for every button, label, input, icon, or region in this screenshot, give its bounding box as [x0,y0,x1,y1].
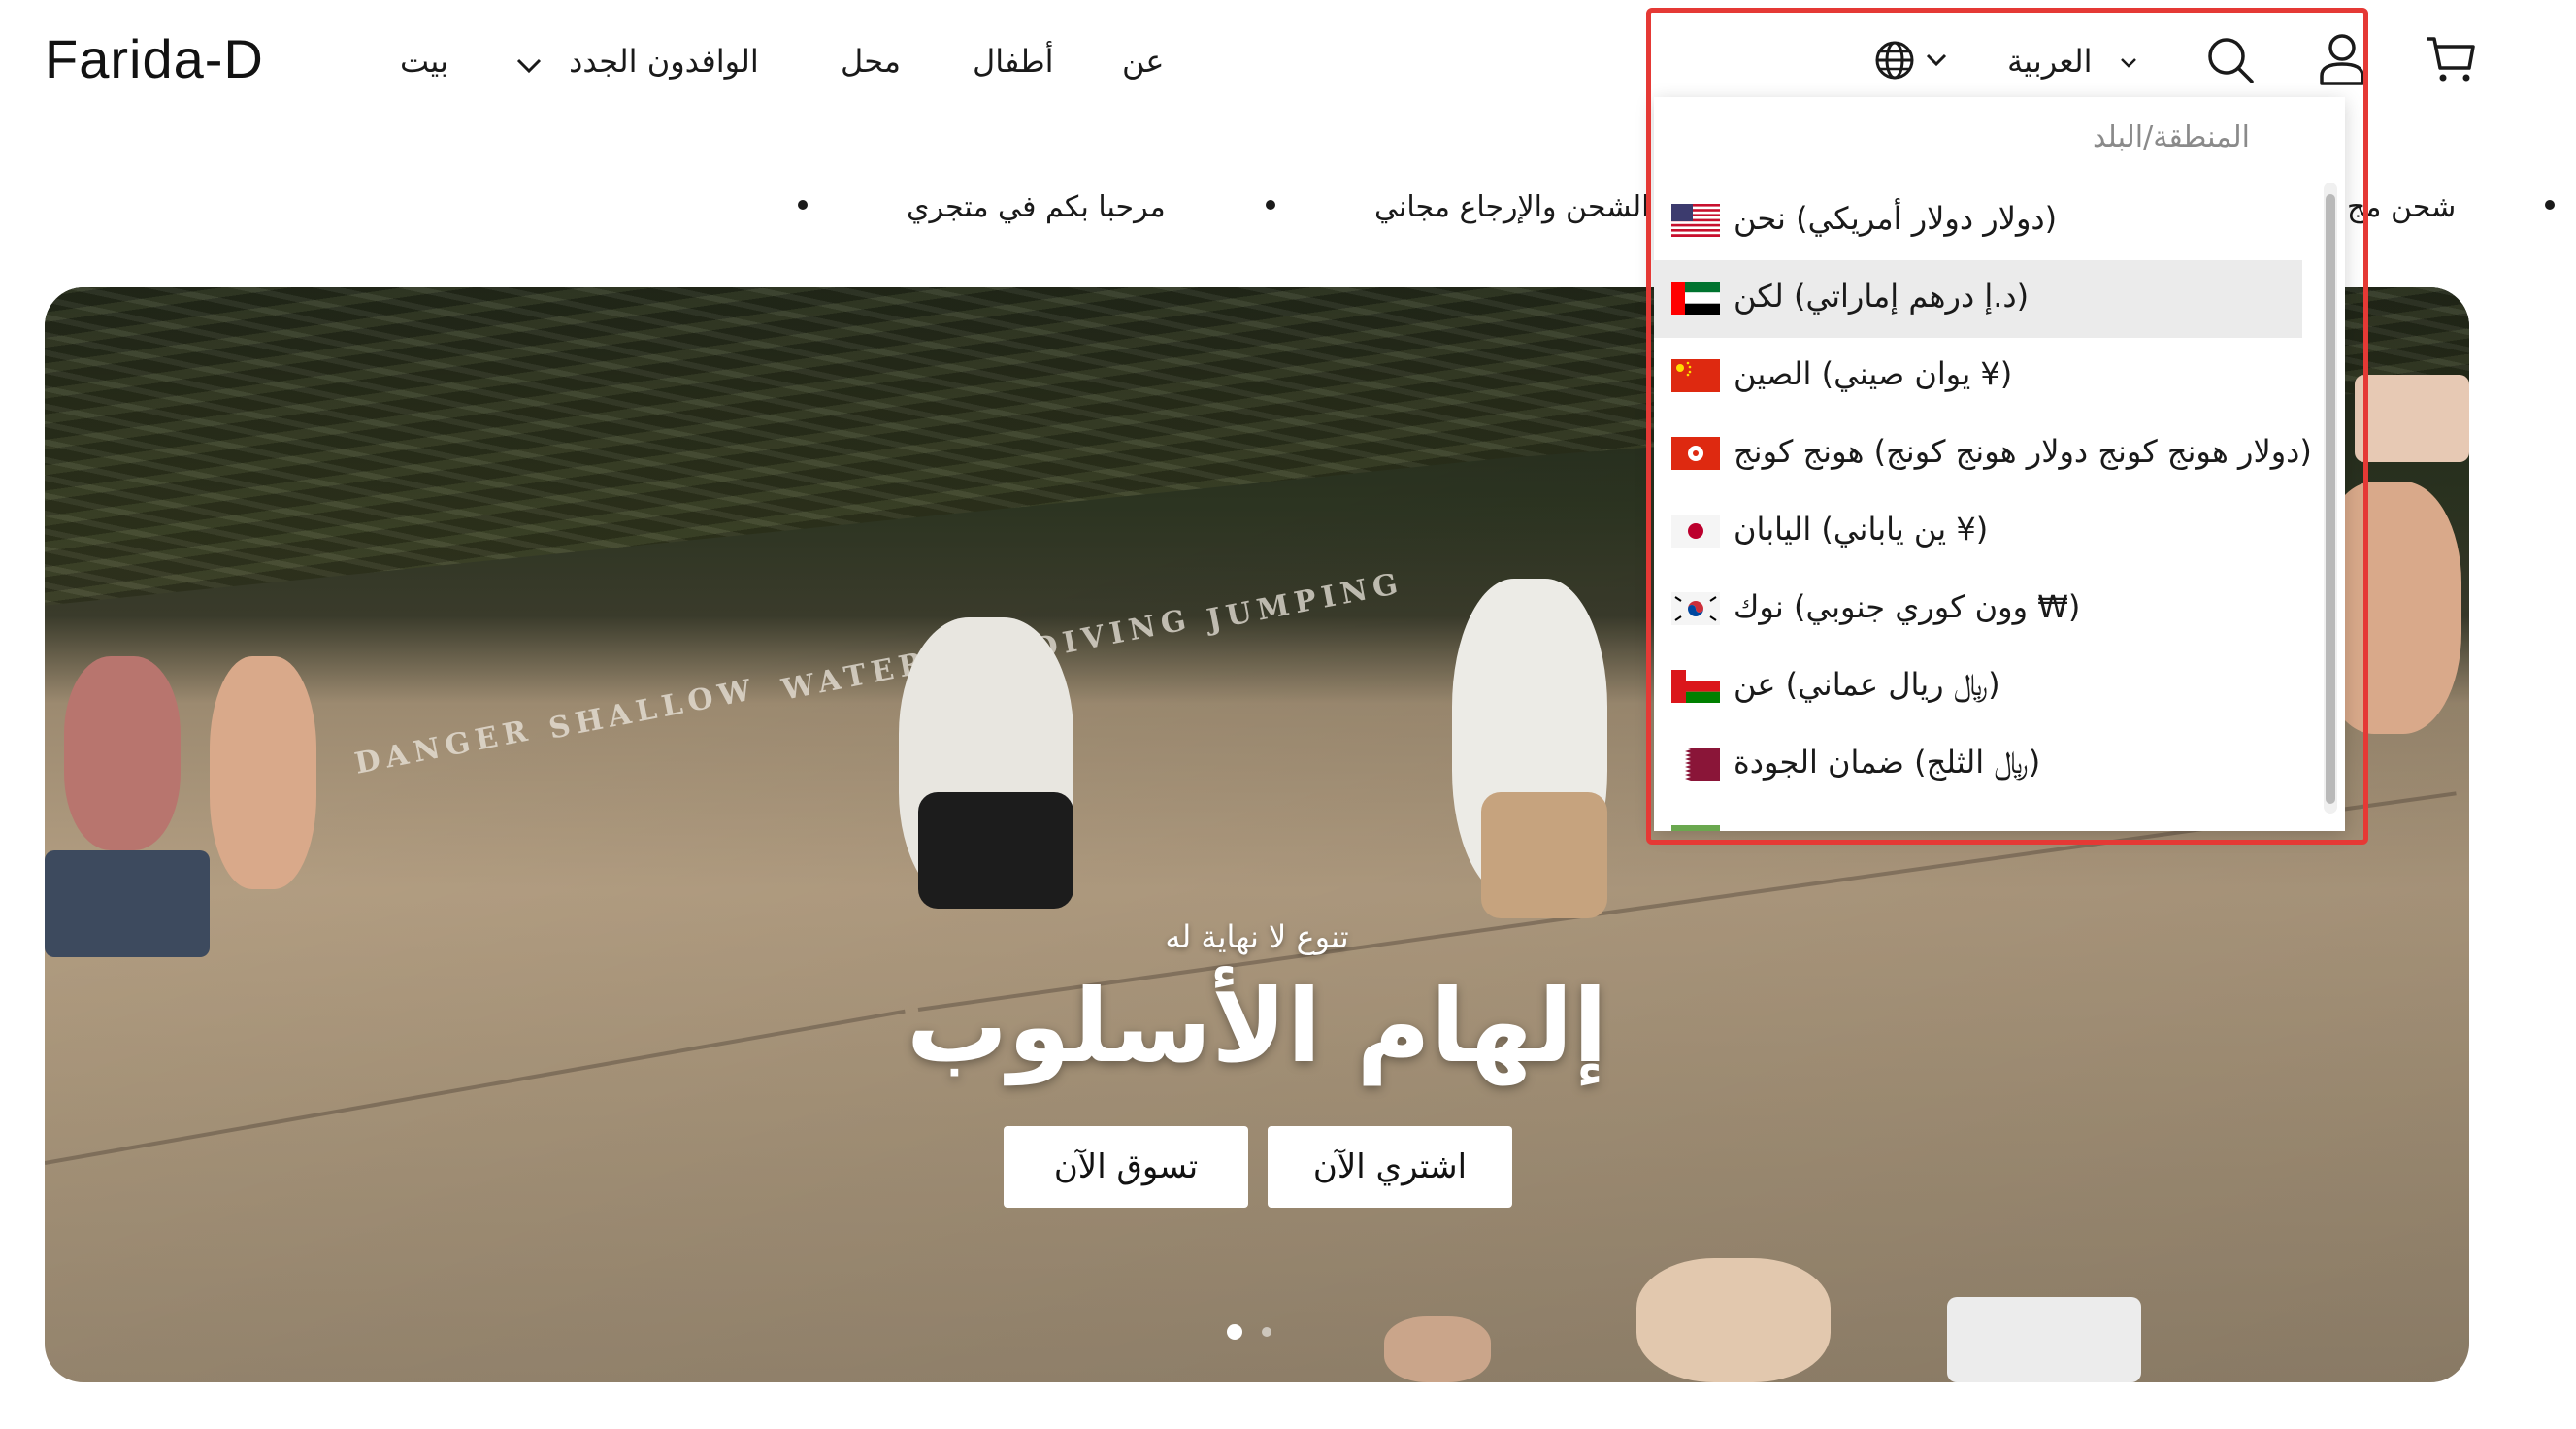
flag-om-icon [1671,670,1720,703]
shop-now-button[interactable]: تسوق الآن [1004,1126,1248,1208]
language-label: العربية [2007,43,2093,80]
chevron-down-icon[interactable] [1926,52,1947,71]
slide-dot-active[interactable] [1227,1324,1242,1340]
person-figure [1384,1316,1491,1382]
hero-title: إلهام الأسلوب [906,967,1608,1085]
beach-towel [1947,1297,2141,1382]
flag-hk-icon [1671,437,1720,470]
person-figure [1636,1258,1831,1382]
nav-shop[interactable]: محل [841,43,901,80]
nav-kids[interactable]: أطفال [973,43,1054,80]
country-option-om[interactable]: (﷼ ريال عماني) عن [1654,648,2302,726]
country-option-kr[interactable]: (₩ وون كوري جنوبي) نوك [1654,571,2302,648]
country-option-hk[interactable]: (دولار هونج كونج دولار هونج كونج) هونج ك… [1654,415,2312,493]
flag-kr-icon [1671,592,1720,625]
announcement-separator [1266,200,1275,210]
chevron-down-icon [516,45,542,82]
globe-icon[interactable] [1873,39,1916,85]
country-option-jp[interactable]: (¥ ين ياباني) اليابان [1654,493,2302,571]
country-dropdown[interactable]: المنطقة/البلد (دولار دولار أمريكي) نحن (… [1654,97,2345,831]
person-figure [918,792,1073,909]
country-option-us[interactable]: (دولار دولار أمريكي) نحن [1654,183,2302,260]
chevron-down-icon[interactable] [2120,54,2137,73]
announcement-welcome: مرحبا بكم في متجري [907,190,1166,224]
country-option-label: (¥ يوان صيني) الصين [1734,355,2013,392]
country-option-ae[interactable]: (د.إ درهم إماراتي) لكن [1654,260,2302,338]
hero-subtitle: تنوع لا نهاية له [1165,918,1349,955]
buy-now-button[interactable]: اشتري الآن [1268,1126,1512,1208]
person-figure [64,656,181,850]
flag-qa-icon [1671,748,1720,781]
country-option-qa[interactable]: (﷼ الثلج) ضمان الجودة [1654,726,2302,804]
slide-dot[interactable] [1262,1327,1271,1337]
announcement-separator [798,200,808,210]
country-option-label: (دولار دولار أمريكي) نحن [1734,200,2058,237]
person-figure [1481,792,1607,918]
country-option-label: (﷼ الثلج) ضمان الجودة [1734,744,2041,781]
announcement-separator [2545,200,2555,210]
country-option-label: (¥ ين ياباني) اليابان [1734,511,1989,548]
announcement-free-shipping: الشحن والإرجاع مجاني [1374,190,1650,224]
nav-about[interactable]: عن [1122,43,1164,80]
account-icon[interactable] [2318,33,2366,89]
flag-partial-icon [1671,825,1720,831]
nav-new-arrivals-label: الوافدون الجدد [569,43,759,80]
country-option-cn[interactable]: (¥ يوان صيني) الصين [1654,338,2302,415]
cart-icon[interactable] [2425,35,2477,87]
flag-us-icon [1671,204,1720,237]
flag-jp-icon [1671,515,1720,548]
dropdown-title: المنطقة/البلد [2092,120,2250,154]
country-option-label: (د.إ درهم إماراتي) لكن [1734,278,2030,315]
flag-ae-icon [1671,282,1720,315]
dropdown-scrollbar-thumb[interactable] [2326,194,2335,804]
nav-new-arrivals[interactable]: الوافدون الجدد [516,43,759,82]
flag-cn-icon [1671,359,1720,392]
country-option-label: (دولار هونج كونج دولار هونج كونج) هونج ك… [1734,433,2312,470]
search-icon[interactable] [2205,35,2256,89]
beach-mat [2355,375,2469,462]
store-logo[interactable]: Farida-D [45,27,264,90]
country-option-label: (﷼ ريال عماني) عن [1734,666,2000,703]
country-option-partial[interactable] [1654,804,2302,831]
country-option-label: (₩ وون كوري جنوبي) نوك [1734,588,2081,625]
person-figure [210,656,316,889]
nav-home[interactable]: بيت [400,43,448,80]
language-selector[interactable]: العربية [2007,43,2092,80]
announcement-shipping: شحن مج [2347,190,2457,224]
